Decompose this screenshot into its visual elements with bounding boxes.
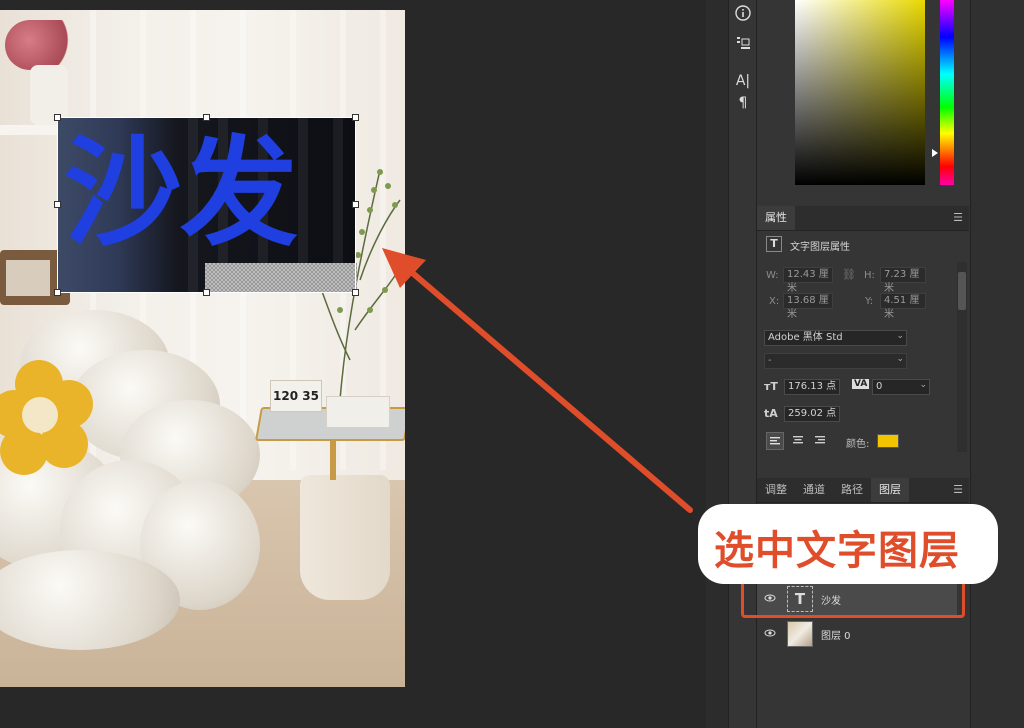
callout-text: 选中文字图层 [714, 528, 960, 574]
font-style-value: - [768, 355, 772, 366]
transform-handle-tr[interactable] [352, 114, 359, 121]
chevron-down-icon: ⌄ [829, 380, 837, 390]
flip-clock: 120 35 [270, 380, 322, 412]
link-icon[interactable]: ⛓ [842, 268, 856, 281]
clone-stamp-icon[interactable] [732, 32, 754, 54]
image-layer-thumbnail [787, 621, 813, 647]
chevron-down-icon: ⌄ [829, 407, 837, 417]
x-label: X: [769, 296, 780, 307]
transform-handle-br[interactable] [352, 289, 359, 296]
width-field[interactable]: 12.43 厘米 [783, 267, 833, 294]
hue-slider[interactable] [940, 0, 954, 185]
transform-handle-bc[interactable] [203, 289, 210, 296]
tab-properties[interactable]: 属性 [757, 206, 795, 230]
panel-menu-icon[interactable]: ☰ [953, 211, 963, 224]
w-label: W: [766, 270, 779, 281]
h-label: H: [864, 270, 875, 281]
y-field[interactable]: 4.51 厘米 [880, 293, 926, 320]
tab-adjustments[interactable]: 调整 [757, 478, 795, 502]
text-layer-type-icon: T [766, 236, 782, 252]
document-image[interactable]: 120 35 [0, 10, 405, 687]
info-icon[interactable] [732, 2, 754, 24]
layer-highlight-box [741, 578, 965, 618]
layers-header: 调整 通道 路径 图层 ☰ [757, 478, 969, 503]
font-family-select[interactable]: Adobe 黑体 Std ⌄ [764, 330, 907, 346]
tab-paths[interactable]: 路径 [833, 478, 871, 502]
flowers [5, 20, 85, 70]
transform-handle-tl[interactable] [54, 114, 61, 121]
height-field[interactable]: 7.23 厘米 [880, 267, 926, 294]
paragraph-panel-icon[interactable]: ¶ [732, 92, 754, 114]
far-right-dock [970, 0, 1024, 728]
panel-gutter [706, 0, 728, 728]
text-layer-content[interactable]: 沙发 [64, 118, 298, 273]
properties-scroll-thumb[interactable] [958, 272, 966, 310]
vase [30, 65, 68, 125]
eye-icon[interactable] [764, 627, 776, 639]
tracking-icon: VA [852, 379, 870, 389]
tracking-value: 0 [876, 381, 883, 392]
leading-icon: tA [764, 407, 778, 420]
tracking-field[interactable]: 0 ⌄ [872, 379, 930, 395]
transparent-area [205, 263, 357, 293]
tab-layers[interactable]: 图层 [871, 478, 909, 502]
side-table-leg [330, 440, 336, 480]
annotation-callout: 选中文字图层 [698, 504, 998, 584]
font-family-value: Adobe 黑体 Std [768, 332, 843, 343]
color-field[interactable] [795, 0, 925, 185]
x-field[interactable]: 13.68 厘米 [783, 293, 833, 320]
align-left-button[interactable] [766, 432, 784, 450]
leading-field[interactable]: 259.02 点 ⌄ [784, 406, 840, 422]
shelf [0, 125, 60, 135]
layer-type-label: 文字图层属性 [790, 242, 850, 253]
layer-name[interactable]: 图层 0 [821, 627, 851, 642]
hue-slider-marker[interactable] [932, 149, 938, 157]
text-color-swatch[interactable] [877, 434, 899, 448]
chevron-down-icon: ⌄ [896, 331, 904, 341]
y-label: Y: [865, 296, 874, 307]
properties-header: 属性 ☰ [757, 206, 969, 231]
font-size-field[interactable]: 176.13 点 ⌄ [784, 379, 840, 395]
flower-pillow [0, 355, 95, 475]
chevron-down-icon: ⌄ [919, 380, 927, 390]
chevron-down-icon: ⌄ [896, 354, 904, 364]
transform-handle-bl[interactable] [54, 289, 61, 296]
panel-menu-icon[interactable]: ☰ [953, 483, 963, 496]
transform-handle-tc[interactable] [203, 114, 210, 121]
annotation-arrow [382, 248, 693, 513]
font-style-select[interactable]: - ⌄ [764, 353, 907, 369]
panel-icon-column: A| ¶ [728, 0, 757, 728]
font-size-icon: ᴛT [764, 380, 778, 393]
transform-handle-ml[interactable] [54, 201, 61, 208]
layer-row-image[interactable]: 图层 0 [757, 617, 957, 651]
character-panel-icon[interactable]: A| [732, 70, 754, 92]
align-right-button[interactable] [812, 432, 830, 450]
transform-handle-mr[interactable] [352, 201, 359, 208]
color-label: 颜色: [846, 439, 870, 450]
align-center-button[interactable] [790, 432, 808, 450]
tab-channels[interactable]: 通道 [795, 478, 833, 502]
